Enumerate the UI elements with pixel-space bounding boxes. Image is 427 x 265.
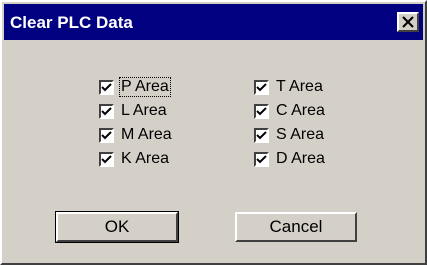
- cancel-button[interactable]: Cancel: [235, 212, 357, 242]
- check-icon: [256, 83, 267, 92]
- checkbox-label: D Area: [276, 150, 325, 167]
- checkbox-box[interactable]: [254, 104, 269, 119]
- clear-plc-data-dialog: Clear PLC Data P Area L Area M Area K Ar…: [0, 0, 427, 265]
- dialog-title: Clear PLC Data: [10, 13, 133, 32]
- dialog-body: P Area L Area M Area K Area T Area C Are…: [4, 42, 423, 261]
- checkbox-box[interactable]: [254, 152, 269, 167]
- ok-button[interactable]: OK: [55, 211, 179, 243]
- close-icon: [402, 16, 414, 28]
- checkbox-label: L Area: [121, 102, 167, 119]
- title-bar: Clear PLC Data: [4, 4, 423, 40]
- checkbox-box[interactable]: [99, 152, 114, 167]
- checkbox-label: P Area: [119, 77, 171, 97]
- check-icon: [256, 107, 267, 116]
- checkbox-label: T Area: [276, 78, 323, 95]
- close-button[interactable]: [397, 12, 419, 32]
- check-icon: [101, 83, 112, 92]
- check-icon: [256, 131, 267, 140]
- checkbox-box[interactable]: [99, 80, 114, 95]
- checkbox-box[interactable]: [99, 128, 114, 143]
- checkbox-box[interactable]: [99, 104, 114, 119]
- checkbox-box[interactable]: [254, 80, 269, 95]
- check-icon: [101, 107, 112, 116]
- check-icon: [256, 155, 267, 164]
- check-icon: [101, 131, 112, 140]
- checkbox-box[interactable]: [254, 128, 269, 143]
- checkbox-label: C Area: [276, 102, 325, 119]
- checkbox-label: M Area: [121, 126, 172, 143]
- checkbox-label: S Area: [276, 126, 325, 143]
- checkbox-label: K Area: [121, 150, 170, 167]
- check-icon: [101, 155, 112, 164]
